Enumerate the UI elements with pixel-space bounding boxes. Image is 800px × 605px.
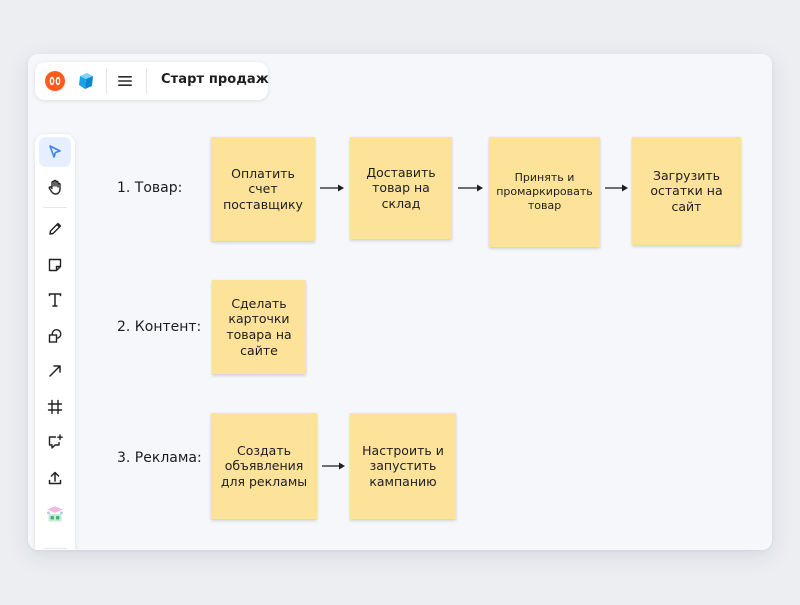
- connector-arrow[interactable]: [319, 183, 345, 193]
- cube-icon[interactable]: [75, 70, 97, 92]
- sticky-note[interactable]: Принять и промаркировать товар: [489, 137, 600, 247]
- arrow-icon: [49, 365, 61, 377]
- sticky-text: Доставить товар на склад: [366, 164, 436, 211]
- toolbar-separator: [43, 207, 67, 208]
- board-window: Старт продаж 1. Товар: 2. Контент: 3. Ре…: [28, 54, 772, 550]
- hamburger-menu-icon[interactable]: [115, 71, 135, 91]
- row-label-ads[interactable]: 3. Реклама:: [117, 450, 202, 466]
- connector-arrow[interactable]: [457, 183, 484, 193]
- connector-arrow[interactable]: [321, 461, 346, 471]
- toolbar-separator: [43, 548, 67, 549]
- sticky-note[interactable]: Оплатить счет поставщику: [211, 137, 315, 241]
- shapes-icon: [48, 328, 62, 343]
- connector-arrow[interactable]: [604, 183, 629, 193]
- mts-logo-icon[interactable]: [44, 70, 66, 92]
- shapes-tool[interactable]: [39, 321, 71, 351]
- sticky-text: Сделать карточки товара на сайте: [226, 295, 292, 358]
- divider: [146, 68, 147, 94]
- cursor-icon: [49, 145, 61, 158]
- connector-tool[interactable]: [39, 356, 71, 386]
- top-bar: Старт продаж: [35, 62, 269, 100]
- row-label-content[interactable]: 2. Контент:: [117, 319, 201, 335]
- hand-tool[interactable]: [39, 172, 71, 202]
- board-title[interactable]: Старт продаж: [161, 72, 269, 87]
- frame-icon: [47, 399, 63, 415]
- sticky-text: Оплатить счет поставщику: [223, 165, 303, 212]
- select-tool[interactable]: [39, 137, 71, 167]
- divider: [106, 68, 107, 94]
- sticky-text: Настроить и запустить кампанию: [362, 442, 444, 489]
- upload-icon: [48, 471, 62, 485]
- sticky-tool[interactable]: [39, 250, 71, 280]
- templates-icon: [47, 506, 63, 522]
- sticky-note[interactable]: Доставить товар на склад: [350, 137, 452, 239]
- text-tool[interactable]: [39, 285, 71, 315]
- pen-tool[interactable]: [39, 214, 71, 244]
- comment-add-icon: [48, 434, 63, 449]
- upload-tool[interactable]: [39, 463, 71, 493]
- text-icon: [48, 293, 62, 307]
- sticky-note[interactable]: Сделать карточки товара на сайте: [212, 280, 306, 374]
- templates-tool[interactable]: [39, 500, 71, 530]
- sticky-text: Загрузить остатки на сайт: [650, 167, 723, 214]
- sticky-text: Принять и промаркировать товар: [496, 171, 593, 212]
- sticky-note-icon: [48, 258, 62, 272]
- sticky-text: Создать объявления для рекламы: [220, 442, 308, 489]
- frame-tool[interactable]: [39, 392, 71, 422]
- row-label-product[interactable]: 1. Товар:: [117, 180, 182, 196]
- left-toolbar: [35, 134, 75, 550]
- sticky-note[interactable]: Создать объявления для рекламы: [211, 413, 317, 519]
- sticky-note[interactable]: Загрузить остатки на сайт: [632, 137, 741, 245]
- sticky-note[interactable]: Настроить и запустить кампанию: [350, 413, 456, 519]
- hand-icon: [48, 179, 61, 195]
- pencil-icon: [49, 222, 62, 235]
- comment-tool[interactable]: [39, 427, 71, 457]
